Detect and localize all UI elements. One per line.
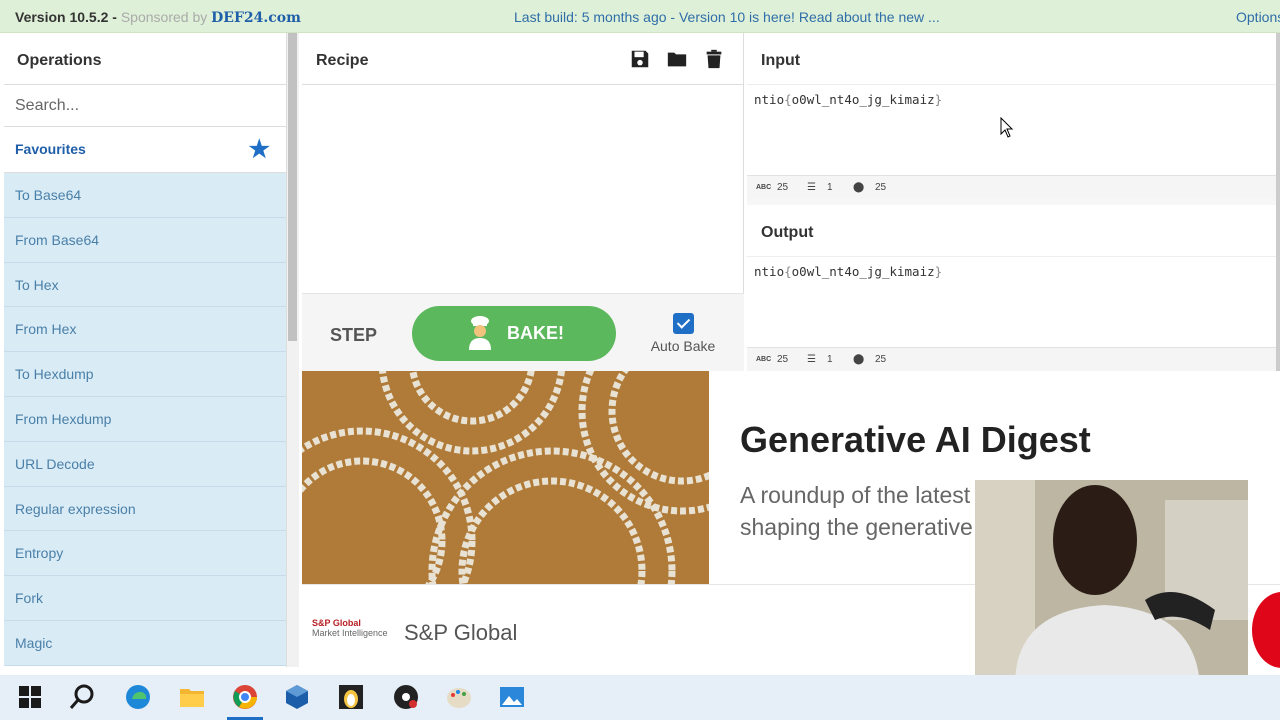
- input-textarea[interactable]: ntio{o0wl_nt4o_jg_kimaiz}: [747, 85, 1276, 114]
- ad-brand: S&P Global: [404, 620, 518, 645]
- star-icon[interactable]: ★: [248, 135, 270, 164]
- input-length: 25: [777, 182, 789, 193]
- photos-icon[interactable]: [498, 683, 526, 711]
- operations-title: Operations: [4, 33, 286, 85]
- recipe-title: Recipe: [316, 52, 369, 69]
- operation-item[interactable]: From Hexdump: [4, 396, 286, 442]
- input-panel: Input ntio{o0wl_nt4o_jg_kimaiz} ABC 25 ☰…: [747, 33, 1276, 199]
- recipe-header: Recipe: [302, 33, 743, 85]
- bake-label: BAKE!: [507, 323, 564, 343]
- output-panel: Output ntio{o0wl_nt4o_jg_kimaiz} ABC 25 …: [747, 205, 1276, 371]
- file-explorer-icon[interactable]: [178, 683, 206, 711]
- folder-icon[interactable]: [666, 48, 688, 70]
- operation-item[interactable]: To Hex: [4, 262, 286, 308]
- operations-scrollbar[interactable]: [287, 33, 299, 667]
- sponsor-link[interactable]: DEF24.com: [211, 10, 301, 26]
- terminal-penguin-icon[interactable]: [337, 683, 365, 711]
- logo-line-2: Market Intelligence: [312, 628, 388, 638]
- operations-search-input[interactable]: Search...: [4, 85, 286, 127]
- bake-controls: STEP BAKE! Auto Bake: [302, 293, 744, 371]
- operation-item[interactable]: Entropy: [4, 531, 286, 577]
- operation-item[interactable]: Magic: [4, 620, 286, 666]
- webcam-overlay: [975, 480, 1248, 685]
- output-open-brace: {: [784, 264, 792, 279]
- virtualbox-icon[interactable]: [283, 683, 311, 711]
- bake-button[interactable]: BAKE!: [412, 306, 616, 361]
- sp-global-logo: S&P Global Market Intelligence: [312, 618, 388, 638]
- output-textarea[interactable]: ntio{o0wl_nt4o_jg_kimaiz}: [747, 257, 1276, 286]
- output-status-bar: ABC 25 ☰ 1 ⬤ 25: [747, 347, 1276, 371]
- version-info: Version 10.5.2 - Sponsored by DEF24.com: [15, 9, 301, 26]
- output-title: Output: [747, 205, 1276, 257]
- input-text-prefix: ntio: [754, 92, 785, 107]
- build-notice-link[interactable]: Last build: 5 months ago - Version 10 is…: [514, 9, 940, 25]
- output-text-prefix: ntio: [754, 264, 785, 279]
- trash-icon[interactable]: [703, 48, 725, 70]
- input-text-body: o0wl_nt4o_jg_kimaiz: [791, 92, 935, 107]
- operation-item[interactable]: From Hex: [4, 307, 286, 353]
- scrollbar-thumb[interactable]: [288, 33, 297, 341]
- obs-studio-icon[interactable]: [392, 683, 420, 711]
- operation-item[interactable]: To Hexdump: [4, 352, 286, 397]
- operations-list: To Base64 From Base64 To Hex From Hex To Hex…: [4, 173, 286, 666]
- auto-bake-label: Auto Bake: [650, 338, 716, 354]
- logo-line-1: S&P Global: [312, 618, 361, 628]
- operations-panel: Operations Search... Favourites ★ To Bas…: [4, 33, 287, 667]
- location-icon: ⬤: [853, 354, 865, 365]
- operation-item[interactable]: To Base64: [4, 173, 286, 218]
- input-position: 25: [875, 182, 887, 193]
- lines-icon: ☰: [807, 182, 816, 193]
- recipe-panel: Recipe: [302, 33, 744, 293]
- windows-start-icon[interactable]: [16, 683, 44, 711]
- mosaic-image: [302, 371, 709, 584]
- favourites-label: Favourites: [15, 141, 86, 157]
- favourites-category[interactable]: Favourites ★: [4, 127, 286, 173]
- edge-browser-icon[interactable]: [124, 683, 152, 711]
- input-status-bar: ABC 25 ☰ 1 ⬤ 25: [747, 175, 1276, 199]
- output-lines: 1: [827, 354, 833, 365]
- chef-icon: [469, 316, 491, 350]
- operation-item[interactable]: Regular expression: [4, 486, 286, 532]
- auto-bake-checkbox[interactable]: [672, 313, 694, 334]
- output-position: 25: [875, 354, 887, 365]
- output-length: 25: [777, 354, 789, 365]
- paint-icon[interactable]: [445, 683, 473, 711]
- output-text-body: o0wl_nt4o_jg_kimaiz: [791, 264, 935, 279]
- input-lines: 1: [827, 182, 833, 193]
- windows-taskbar: [0, 675, 1280, 720]
- input-title: Input: [747, 33, 1276, 85]
- sponsor-label: Sponsored by: [120, 9, 208, 25]
- mouse-cursor-icon: [1000, 117, 1014, 138]
- output-close-brace: }: [934, 264, 943, 279]
- step-button[interactable]: STEP: [330, 325, 377, 346]
- ad-title: Generative AI Digest: [740, 419, 1091, 460]
- location-icon: ⬤: [853, 182, 865, 193]
- version-label: Version 10.5.2 -: [15, 9, 121, 25]
- input-close-brace: }: [934, 92, 943, 107]
- chrome-browser-icon[interactable]: [231, 683, 259, 711]
- operation-item[interactable]: Fork: [4, 576, 286, 621]
- length-icon: ABC: [756, 184, 772, 191]
- auto-bake-toggle[interactable]: Auto Bake: [648, 313, 718, 354]
- io-scrollbar[interactable]: [1276, 33, 1280, 373]
- save-icon[interactable]: [629, 48, 651, 70]
- operation-item[interactable]: From Base64: [4, 217, 286, 263]
- options-link[interactable]: Options: [1236, 9, 1280, 25]
- operation-item[interactable]: URL Decode: [4, 441, 286, 487]
- input-open-brace: {: [784, 92, 792, 107]
- search-icon[interactable]: [68, 683, 96, 711]
- top-notice-bar: Version 10.5.2 - Sponsored by DEF24.com …: [0, 0, 1280, 33]
- lines-icon: ☰: [807, 354, 816, 365]
- length-icon: ABC: [756, 356, 772, 363]
